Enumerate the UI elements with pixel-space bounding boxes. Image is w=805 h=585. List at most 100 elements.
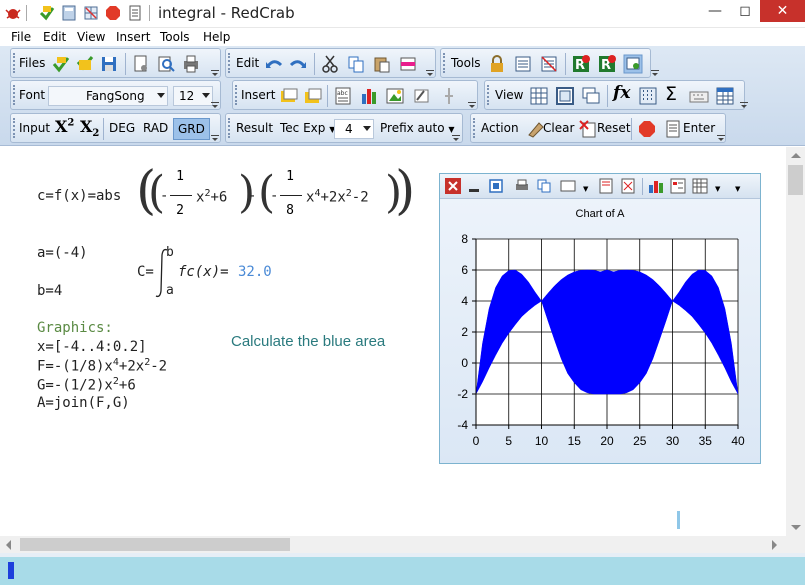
save-icon[interactable]	[99, 54, 119, 74]
sum-icon[interactable]: Σ	[665, 83, 677, 105]
toolbar-overflow[interactable]	[740, 102, 748, 108]
toolbar-grip[interactable]	[487, 85, 490, 105]
insert-marker-icon[interactable]	[439, 86, 459, 106]
chart-frame-icon[interactable]	[560, 178, 576, 194]
sheet-settings-icon[interactable]	[623, 54, 643, 74]
chart-text-icon[interactable]	[598, 178, 614, 194]
subscript-button[interactable]: X2	[80, 117, 99, 139]
toolbar-overflow[interactable]	[426, 70, 434, 76]
insert-folder-icon[interactable]	[303, 86, 323, 106]
reset-icon[interactable]	[578, 119, 598, 139]
frame-view-icon[interactable]	[555, 86, 575, 106]
rad-button[interactable]: RAD	[143, 121, 168, 135]
menu-insert[interactable]: Insert	[116, 30, 150, 44]
open-icon[interactable]	[38, 4, 56, 22]
precision-select[interactable]: 4	[334, 119, 374, 139]
toolbar-grip[interactable]	[13, 53, 16, 73]
grid-view-icon[interactable]	[529, 86, 549, 106]
menu-tools[interactable]: Tools	[160, 30, 190, 44]
restore-chart-icon[interactable]	[488, 178, 504, 194]
windows-view-icon[interactable]	[581, 86, 601, 106]
insert-image-icon[interactable]	[279, 86, 299, 106]
copy-chart-icon[interactable]	[536, 178, 552, 194]
font-family-select[interactable]: FangSong	[48, 86, 168, 106]
menu-help[interactable]: Help	[203, 30, 230, 44]
clear-button[interactable]: Clear	[543, 121, 574, 135]
maximize-button[interactable]: ◻	[730, 0, 760, 22]
vertical-scrollbar[interactable]	[786, 147, 805, 536]
chart-bar-icon[interactable]	[648, 178, 664, 194]
open-folder-icon[interactable]	[75, 54, 95, 74]
print-icon[interactable]	[181, 54, 201, 74]
chart-window[interactable]: ▼ ▼ ▼ Chart of A 0 5 10 15 20 25 30 35 40 -4 -2 0 2 4…	[439, 173, 761, 464]
clear-icon[interactable]	[525, 119, 545, 139]
chart-series-icon[interactable]	[670, 178, 686, 194]
function-icon[interactable]: fx	[613, 83, 630, 103]
keyboard-icon[interactable]	[689, 86, 709, 106]
toolbar-grip[interactable]	[13, 118, 16, 138]
minimize-chart-icon[interactable]	[466, 178, 482, 194]
stop-icon[interactable]	[104, 4, 122, 22]
stop-icon[interactable]	[637, 119, 657, 139]
close-button[interactable]: ✕	[760, 0, 805, 22]
highlight-icon[interactable]	[398, 54, 418, 74]
chart-overflow-icon[interactable]: ▼	[735, 185, 740, 193]
print-chart-icon[interactable]	[514, 178, 530, 194]
superscript-button[interactable]: X2	[55, 117, 74, 136]
insert-picture-icon[interactable]	[385, 86, 405, 106]
scroll-thumb[interactable]	[20, 538, 290, 551]
calculator-icon[interactable]	[60, 4, 78, 22]
scroll-right-icon[interactable]	[772, 540, 777, 550]
scroll-down-icon[interactable]	[791, 525, 801, 530]
redcrab-remove-icon[interactable]: R	[597, 54, 617, 74]
open-file-icon[interactable]	[51, 54, 71, 74]
enter-icon[interactable]	[663, 119, 683, 139]
toolbar-overflow[interactable]	[717, 135, 725, 141]
matrix-icon[interactable]	[638, 86, 658, 106]
chevron-down-icon[interactable]: ▼	[715, 185, 720, 193]
minimize-button[interactable]: —	[700, 0, 730, 22]
insert-text-icon[interactable]: abc	[333, 86, 353, 106]
toolbar-grip[interactable]	[228, 53, 231, 73]
toolbar-overflow[interactable]	[211, 135, 219, 141]
horizontal-scrollbar[interactable]	[0, 536, 786, 553]
menu-view[interactable]: View	[77, 30, 105, 44]
attach-icon[interactable]	[411, 86, 431, 106]
redcrab-add-icon[interactable]: R	[571, 54, 591, 74]
deg-button[interactable]: DEG	[109, 121, 135, 135]
toolbar-overflow[interactable]	[651, 70, 659, 76]
new-page-icon[interactable]	[131, 54, 151, 74]
font-size-select[interactable]: 12	[173, 86, 213, 106]
print-preview-icon[interactable]	[156, 54, 176, 74]
app-crab-icon[interactable]	[4, 4, 22, 22]
enter-button[interactable]: Enter	[683, 121, 715, 135]
chevron-down-icon[interactable]: ▼	[583, 185, 588, 193]
chart-grid-icon[interactable]	[692, 178, 708, 194]
scroll-left-icon[interactable]	[6, 540, 11, 550]
toolbar-grip[interactable]	[473, 118, 476, 138]
redo-icon[interactable]	[288, 54, 308, 74]
document-icon[interactable]	[126, 4, 144, 22]
tec-exp-dropdown[interactable]: Tec Exp ▼	[280, 121, 335, 135]
close-chart-icon[interactable]	[445, 178, 461, 194]
copy-icon[interactable]	[346, 54, 366, 74]
cut-icon[interactable]	[320, 54, 340, 74]
strike-list-icon[interactable]	[539, 54, 559, 74]
undo-icon[interactable]	[264, 54, 284, 74]
prefix-dropdown[interactable]: Prefix auto ▼	[380, 121, 455, 135]
scroll-up-icon[interactable]	[791, 153, 801, 158]
toolbar-overflow[interactable]	[468, 102, 476, 108]
chart-x-icon[interactable]	[620, 178, 636, 194]
toolbar-overflow[interactable]	[211, 102, 219, 108]
insert-bar-chart-icon[interactable]	[359, 86, 379, 106]
toolbar-overflow[interactable]	[211, 70, 219, 76]
toolbar-grip[interactable]	[13, 85, 16, 105]
scroll-thumb[interactable]	[788, 165, 803, 195]
toolbar-grip[interactable]	[228, 118, 231, 138]
table-view-icon[interactable]	[715, 86, 735, 106]
list-lines-icon[interactable]	[513, 54, 533, 74]
lock-icon[interactable]	[487, 54, 507, 74]
reset-button[interactable]: Reset	[597, 121, 631, 135]
toolbar-overflow[interactable]	[452, 135, 460, 141]
menu-edit[interactable]: Edit	[43, 30, 66, 44]
